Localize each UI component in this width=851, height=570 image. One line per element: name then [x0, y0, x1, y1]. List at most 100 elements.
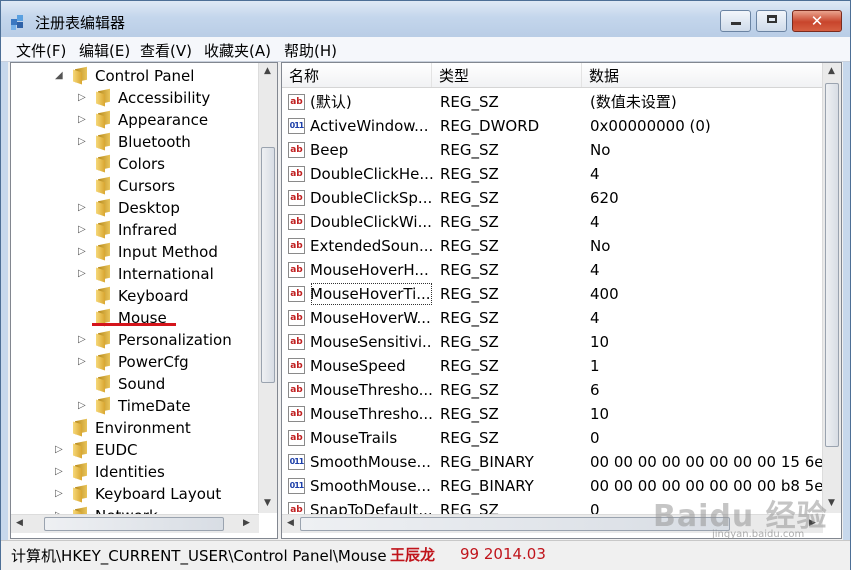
- list-scroll-thumb[interactable]: [825, 83, 839, 447]
- minimize-icon: [730, 22, 741, 25]
- scroll-right-icon[interactable]: ▶: [238, 515, 255, 532]
- expand-arrow-icon[interactable]: ▷: [78, 395, 86, 417]
- value-name: SmoothMouse...: [310, 453, 431, 471]
- expand-arrow-icon[interactable]: ▷: [78, 329, 86, 351]
- tree-item[interactable]: Environment: [11, 417, 257, 439]
- tree-item[interactable]: ▷ TimeDate: [11, 395, 257, 417]
- list-header: 名称 类型 数据: [282, 63, 823, 88]
- value-row[interactable]: ab MouseHoverW... REG_SZ 4: [282, 306, 823, 330]
- tree-item[interactable]: ▷ PowerCfg: [11, 351, 257, 373]
- column-header-type[interactable]: 类型: [432, 63, 582, 87]
- value-row[interactable]: ab ExtendedSoun... REG_SZ No: [282, 234, 823, 258]
- folder-icon: [96, 374, 112, 393]
- expand-arrow-icon[interactable]: ▷: [78, 87, 86, 109]
- value-row[interactable]: ab MouseTrails REG_SZ 0: [282, 426, 823, 450]
- scroll-up-icon[interactable]: ▲: [259, 63, 276, 80]
- value-row[interactable]: ab MouseThresho... REG_SZ 10: [282, 402, 823, 426]
- value-data: 620: [590, 189, 619, 207]
- scroll-up-icon[interactable]: ▲: [823, 63, 840, 80]
- menu-edit[interactable]: 编辑(E): [79, 40, 130, 61]
- value-row[interactable]: ab (默认) REG_SZ (数值未设置): [282, 90, 823, 114]
- scroll-left-icon[interactable]: ◀: [11, 515, 28, 532]
- maximize-button[interactable]: [756, 10, 787, 32]
- tree-item[interactable]: ◢ Control Panel: [11, 65, 257, 87]
- value-name: ExtendedSoun...: [310, 237, 433, 255]
- expand-arrow-icon[interactable]: ▷: [78, 241, 86, 263]
- expand-arrow-icon[interactable]: ▷: [55, 483, 63, 505]
- value-type: REG_SZ: [440, 165, 499, 183]
- tree-item[interactable]: ▷ Identities: [11, 461, 257, 483]
- tree-item[interactable]: ▷ Input Method: [11, 241, 257, 263]
- tree-item[interactable]: ▷ EUDC: [11, 439, 257, 461]
- title-bar[interactable]: 注册表编辑器 ✕: [1, 1, 850, 37]
- string-value-icon: ab: [288, 286, 305, 302]
- tree-item[interactable]: ▷ International: [11, 263, 257, 285]
- folder-icon: [96, 110, 112, 129]
- value-row[interactable]: 011 ActiveWindow... REG_DWORD 0x00000000 (0…: [282, 114, 823, 138]
- expand-arrow-icon[interactable]: ▷: [78, 197, 86, 219]
- expand-arrow-icon[interactable]: ▷: [78, 109, 86, 131]
- tree-item[interactable]: ▷ Desktop: [11, 197, 257, 219]
- tree-item[interactable]: ▷ Appearance: [11, 109, 257, 131]
- value-name: MouseHoverH...: [310, 261, 429, 279]
- value-row[interactable]: ab MouseHoverH... REG_SZ 4: [282, 258, 823, 282]
- tree-item[interactable]: Cursors: [11, 175, 257, 197]
- expand-arrow-icon[interactable]: ▷: [78, 219, 86, 241]
- tree-vertical-scrollbar[interactable]: ▲ ▼: [258, 63, 277, 513]
- tree-scroll-thumb[interactable]: [261, 147, 275, 383]
- string-value-icon: ab: [288, 262, 305, 278]
- tree-item[interactable]: ▷ Personalization: [11, 329, 257, 351]
- collapse-arrow-icon[interactable]: ◢: [55, 65, 63, 87]
- tree-item[interactable]: ▷ Keyboard Layout: [11, 483, 257, 505]
- value-type: REG_DWORD: [440, 117, 540, 135]
- column-header-data[interactable]: 数据: [582, 63, 823, 87]
- value-row[interactable]: ab DoubleClickSp... REG_SZ 620: [282, 186, 823, 210]
- column-header-name[interactable]: 名称: [282, 63, 432, 87]
- expand-arrow-icon[interactable]: ▷: [55, 439, 63, 461]
- tree-item[interactable]: Sound: [11, 373, 257, 395]
- value-row[interactable]: ab MouseHoverTi... REG_SZ 400: [282, 282, 823, 306]
- close-button[interactable]: ✕: [792, 10, 842, 32]
- expand-arrow-icon[interactable]: ▷: [55, 461, 63, 483]
- tree-hscroll-thumb[interactable]: [44, 517, 224, 531]
- scroll-left-icon[interactable]: ◀: [282, 515, 299, 532]
- menu-help[interactable]: 帮助(H): [284, 40, 337, 61]
- tree-item[interactable]: ▷ Accessibility: [11, 87, 257, 109]
- tree-item-label: Desktop: [118, 199, 180, 217]
- tree-item[interactable]: Keyboard: [11, 285, 257, 307]
- list-vertical-scrollbar[interactable]: ▲ ▼: [822, 63, 841, 513]
- value-row[interactable]: ab Beep REG_SZ No: [282, 138, 823, 162]
- values-list-pane[interactable]: 名称 类型 数据 ab SnapToDefault... REG_SZ 0 011 Smo…: [281, 62, 842, 539]
- expand-arrow-icon[interactable]: ▷: [78, 351, 86, 373]
- value-row[interactable]: 011 SmoothMouse... REG_BINARY 00 00 00 00 0…: [282, 450, 823, 474]
- key-tree-pane[interactable]: ▷Network▷Keyboard Layout▷Identities▷EUDC…: [10, 62, 278, 539]
- string-value-icon: ab: [288, 214, 305, 230]
- tree-item-label: Bluetooth: [118, 133, 191, 151]
- value-row[interactable]: ab MouseSensitivi... REG_SZ 10: [282, 330, 823, 354]
- value-row[interactable]: ab MouseThresho... REG_SZ 6: [282, 378, 823, 402]
- menu-view[interactable]: 查看(V): [140, 40, 192, 61]
- expand-arrow-icon[interactable]: ▷: [78, 131, 86, 153]
- menu-favorites[interactable]: 收藏夹(A): [204, 40, 271, 61]
- value-data: 4: [590, 165, 600, 183]
- minimize-button[interactable]: [720, 10, 751, 32]
- tree-item[interactable]: ▷ Infrared: [11, 219, 257, 241]
- tree-item-label: Personalization: [118, 331, 232, 349]
- value-name: Beep: [310, 141, 349, 159]
- tree-horizontal-scrollbar[interactable]: ◀ ▶: [11, 514, 259, 533]
- tree-item[interactable]: Colors: [11, 153, 257, 175]
- value-type: REG_BINARY: [440, 477, 534, 495]
- maximize-icon: [766, 15, 777, 23]
- value-row[interactable]: ab DoubleClickHe... REG_SZ 4: [282, 162, 823, 186]
- folder-icon: [96, 396, 112, 415]
- tree-item-label: Control Panel: [95, 67, 195, 85]
- value-data: No: [590, 141, 611, 159]
- expand-arrow-icon[interactable]: ▷: [78, 263, 86, 285]
- menu-file[interactable]: 文件(F): [16, 40, 66, 61]
- value-row[interactable]: ab DoubleClickWi... REG_SZ 4: [282, 210, 823, 234]
- scroll-down-icon[interactable]: ▼: [259, 495, 276, 512]
- value-type: REG_SZ: [440, 285, 499, 303]
- value-data: No: [590, 237, 611, 255]
- tree-item[interactable]: ▷ Bluetooth: [11, 131, 257, 153]
- value-row[interactable]: ab MouseSpeed REG_SZ 1: [282, 354, 823, 378]
